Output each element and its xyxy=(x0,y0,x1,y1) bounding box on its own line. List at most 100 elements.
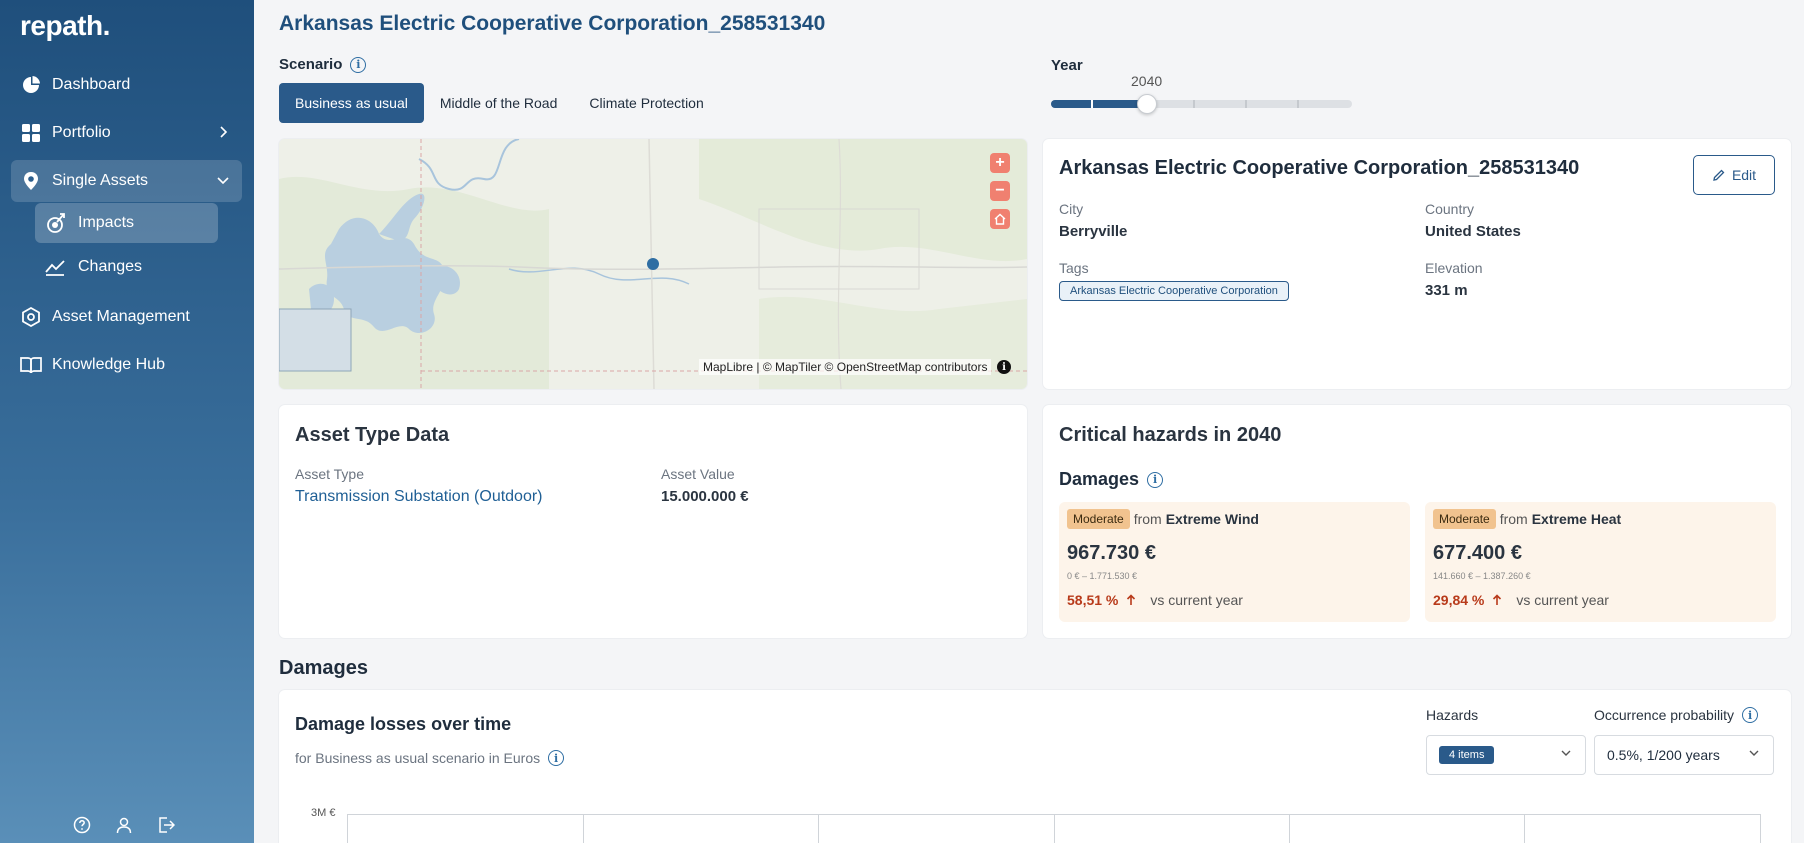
user-profile-icon[interactable] xyxy=(114,815,134,835)
asset-type-data-card: Asset Type Data Asset Type Transmission … xyxy=(279,405,1027,638)
country-label: Country xyxy=(1425,201,1475,217)
sidebar-item-label: Knowledge Hub xyxy=(52,356,165,373)
tab-middle-of-the-road[interactable]: Middle of the Road xyxy=(424,83,574,123)
sidebar-item-portfolio[interactable]: Portfolio xyxy=(11,112,242,154)
grid-line xyxy=(1760,815,1761,843)
sidebar-item-knowledge-hub[interactable]: Knowledge Hub xyxy=(11,344,242,386)
hazard-name: Extreme Wind xyxy=(1165,511,1259,527)
edit-button-label: Edit xyxy=(1731,167,1757,183)
damage-losses-card: Damage losses over time for Business as … xyxy=(279,690,1791,843)
chevron-down-icon xyxy=(216,173,230,192)
info-icon[interactable]: i xyxy=(350,56,367,73)
asset-details-card: Arkansas Electric Cooperative Corporatio… xyxy=(1043,139,1791,389)
info-icon[interactable]: i xyxy=(1742,707,1759,723)
pencil-icon xyxy=(1713,169,1725,181)
scenario-tabs: Business as usual Middle of the Road Cli… xyxy=(279,83,720,123)
impacts-icon xyxy=(44,212,66,234)
book-icon xyxy=(20,354,42,376)
arrow-up-icon xyxy=(1493,594,1502,605)
asset-type-label: Asset Type xyxy=(295,466,365,482)
change-percent: 58,51 % xyxy=(1067,592,1119,608)
vs-current-year: vs current year xyxy=(1150,592,1243,608)
help-icon[interactable] xyxy=(72,815,92,835)
map-attribution[interactable]: MapLibre | © MapTiler © OpenStreetMap co… xyxy=(699,359,992,375)
asset-tag[interactable]: Arkansas Electric Cooperative Corporatio… xyxy=(1059,281,1289,301)
year-slider[interactable] xyxy=(1051,94,1352,114)
hazard-header: Moderate from Extreme Wind xyxy=(1067,509,1259,529)
year-label: Year xyxy=(1051,57,1083,74)
slider-tick xyxy=(1245,100,1247,108)
hazard-change: 58,51 % vs current year xyxy=(1067,592,1243,608)
occurrence-label-text: Occurrence probability xyxy=(1594,707,1735,723)
zoom-in-button[interactable]: + xyxy=(990,153,1010,173)
chevron-down-icon xyxy=(1559,746,1573,763)
hazard-header: Moderate from Extreme Heat xyxy=(1433,509,1621,529)
map-canvas xyxy=(279,139,1027,389)
asset-value-label: Asset Value xyxy=(661,466,735,482)
hazard-card-extreme-wind[interactable]: Moderate from Extreme Wind 967.730 € 0 €… xyxy=(1059,502,1410,622)
edit-button[interactable]: Edit xyxy=(1693,155,1775,195)
grid-icon xyxy=(20,122,42,144)
asset-type-data-title: Asset Type Data xyxy=(295,424,450,446)
occurrence-value: 0.5%, 1/200 years xyxy=(1607,747,1720,763)
y-axis-tick: 3M € xyxy=(311,807,336,819)
hazard-change: 29,84 % vs current year xyxy=(1433,592,1609,608)
slider-tick xyxy=(1091,100,1093,108)
sidebar-item-asset-management[interactable]: Asset Management xyxy=(11,296,242,338)
city-label: City xyxy=(1059,201,1084,217)
asset-map[interactable]: + − MapLibre | © MapTiler © OpenStreetMa… xyxy=(279,139,1027,389)
slider-tick xyxy=(1193,100,1195,108)
hazard-amount: 677.400 € xyxy=(1433,542,1522,564)
from-text: from xyxy=(1133,511,1162,527)
hazard-name: Extreme Heat xyxy=(1531,511,1622,527)
sidebar-item-dashboard[interactable]: Dashboard xyxy=(11,64,242,106)
info-icon[interactable]: i xyxy=(1147,471,1164,488)
year-slider-thumb[interactable] xyxy=(1137,94,1158,114)
grid-line xyxy=(583,815,584,843)
grid-line xyxy=(1054,815,1055,843)
damages-label: Damages xyxy=(1059,469,1140,489)
pie-chart-icon xyxy=(20,74,42,96)
location-pin-icon xyxy=(20,170,42,192)
sidebar-subitem-changes[interactable]: Changes xyxy=(35,247,218,287)
map-info-icon[interactable]: i xyxy=(997,360,1011,374)
line-chart-icon xyxy=(44,256,66,278)
home-button[interactable] xyxy=(990,209,1010,229)
page-title: Arkansas Electric Cooperative Corporatio… xyxy=(279,12,826,35)
chart-subtitle: for Business as usual scenario in Euros … xyxy=(295,750,565,766)
asset-title: Arkansas Electric Cooperative Corporatio… xyxy=(1059,157,1580,179)
year-slider-fill xyxy=(1051,100,1148,108)
sidebar-subitem-impacts[interactable]: Impacts xyxy=(35,203,218,243)
sidebar-subitem-label: Changes xyxy=(78,258,143,275)
country-value: United States xyxy=(1425,223,1521,240)
sidebar-item-single-assets[interactable]: Single Assets xyxy=(11,160,242,202)
hazard-card-extreme-heat[interactable]: Moderate from Extreme Heat 677.400 € 141… xyxy=(1425,502,1776,622)
items-count-badge: 4 items xyxy=(1439,746,1495,764)
hazard-range: 0 € – 1.771.530 € xyxy=(1067,571,1138,581)
scenario-label-text: Scenario xyxy=(279,56,343,73)
asset-type-value[interactable]: Transmission Substation (Outdoor) xyxy=(295,488,543,506)
chart-title: Damage losses over time xyxy=(295,714,512,734)
hazard-range: 141.660 € – 1.387.260 € xyxy=(1433,571,1531,581)
severity-badge: Moderate xyxy=(1433,509,1496,529)
tab-climate-protection[interactable]: Climate Protection xyxy=(573,83,719,123)
sidebar-footer xyxy=(72,815,176,835)
from-text: from xyxy=(1499,511,1528,527)
damages-subtitle: Damages i xyxy=(1059,469,1164,490)
occurrence-select[interactable]: 0.5%, 1/200 years xyxy=(1594,735,1774,775)
tab-business-as-usual[interactable]: Business as usual xyxy=(279,83,424,123)
critical-hazards-card: Critical hazards in 2040 Damages i Moder… xyxy=(1043,405,1791,638)
elevation-value: 331 m xyxy=(1425,282,1468,299)
hazards-label: Hazards xyxy=(1426,707,1479,723)
chevron-right-icon xyxy=(216,125,230,144)
damage-chart-area xyxy=(347,814,1761,843)
sidebar-item-label: Single Assets xyxy=(52,172,149,189)
grid-line xyxy=(1524,815,1525,843)
damages-section-heading: Damages xyxy=(279,657,368,679)
zoom-out-button[interactable]: − xyxy=(990,181,1010,201)
grid-line xyxy=(1289,815,1290,843)
app-logo[interactable]: repath. xyxy=(20,10,110,42)
hazards-select[interactable]: 4 items xyxy=(1426,735,1586,775)
logout-icon[interactable] xyxy=(156,815,176,835)
info-icon[interactable]: i xyxy=(548,750,565,766)
